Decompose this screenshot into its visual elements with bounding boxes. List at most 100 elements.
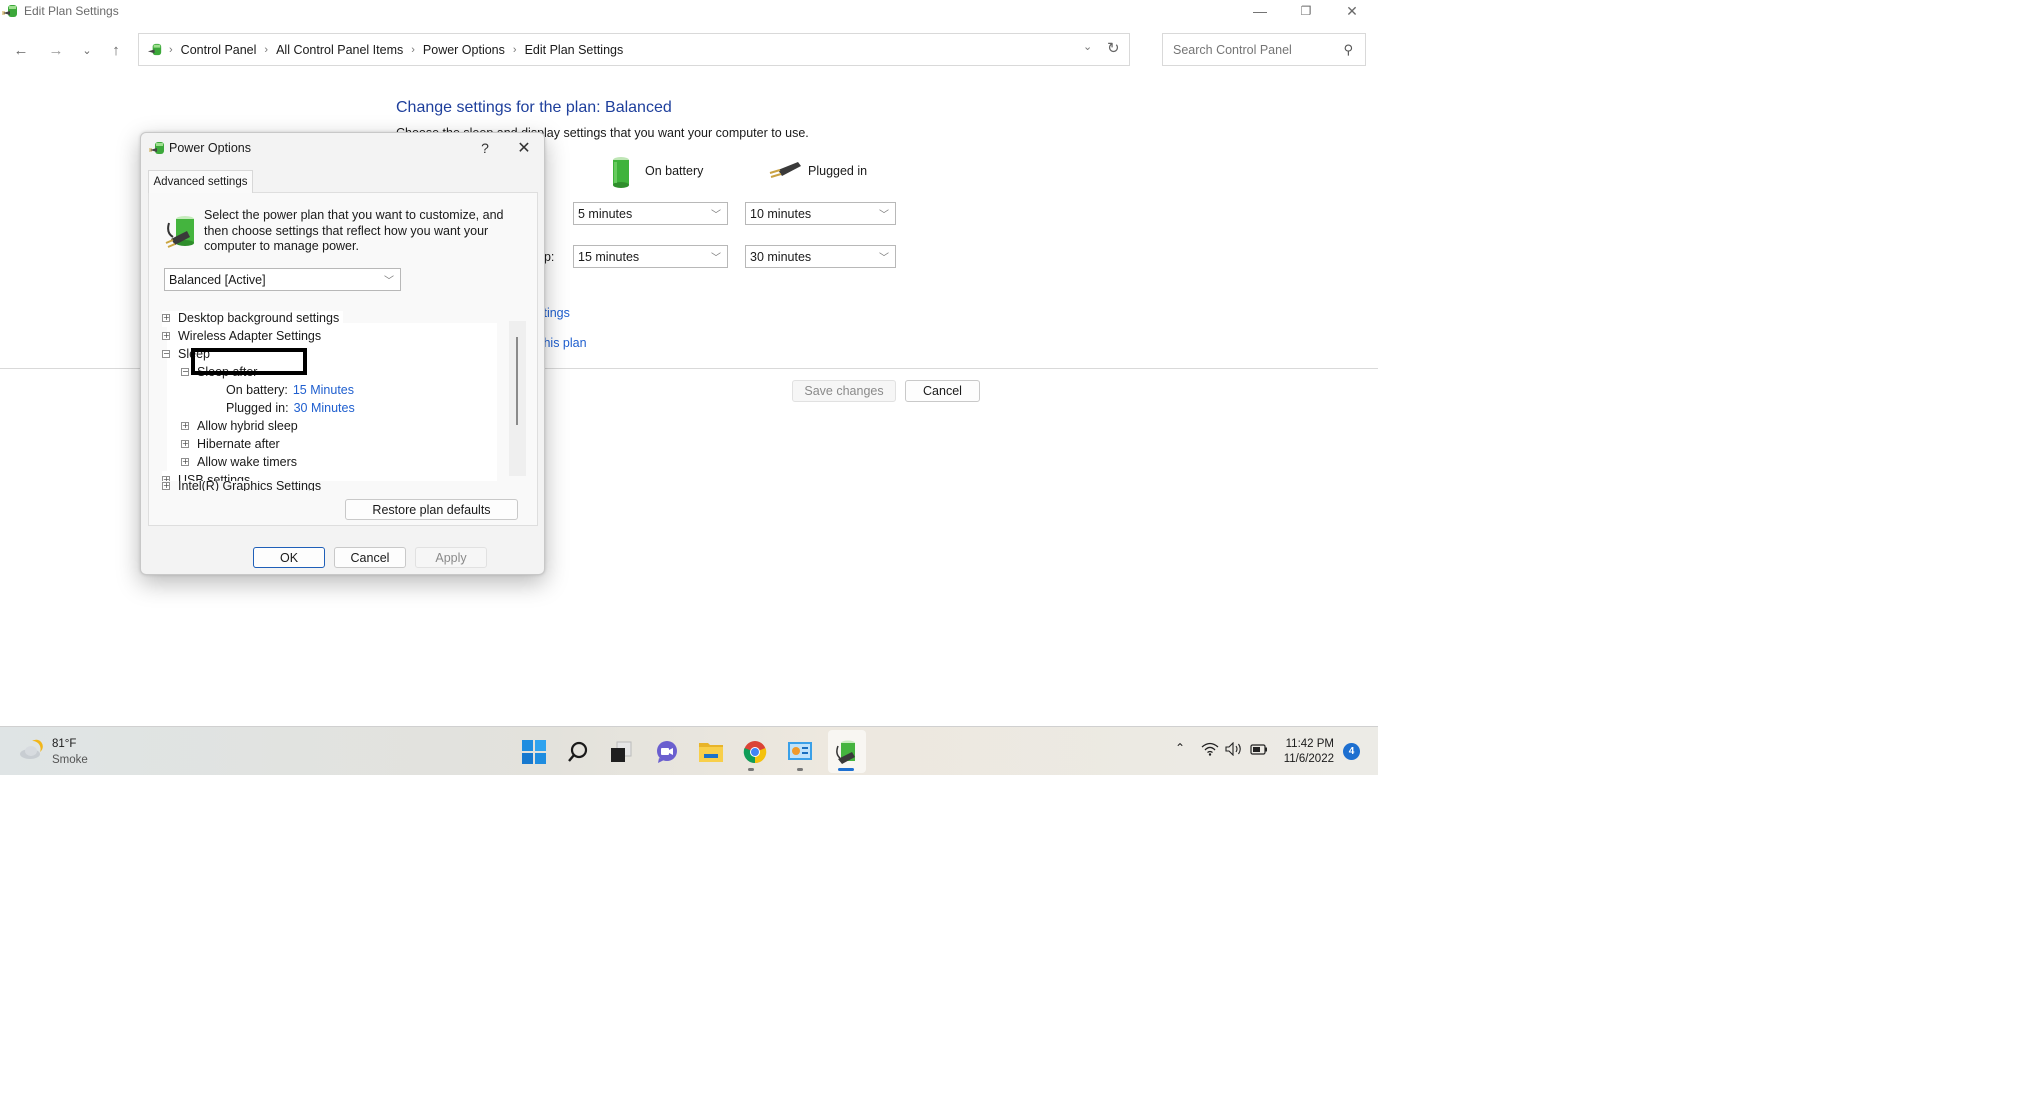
- settings-tree[interactable]: + Desktop background settings + Wireless A…: [154, 311, 509, 481]
- taskbar-search-button[interactable]: [563, 737, 593, 767]
- tree-item[interactable]: Plugged in: 30 Minutes: [226, 399, 355, 417]
- dialog-cancel-button[interactable]: Cancel: [334, 547, 406, 568]
- sleep-battery-select[interactable]: 15 minutes ﹀: [573, 245, 728, 268]
- control-panel-location-icon: [147, 43, 162, 56]
- minimize-button[interactable]: —: [1237, 0, 1283, 22]
- tree-item[interactable]: + Intel(R) Graphics Settings: [162, 481, 321, 491]
- control-panel-icon: [788, 742, 812, 760]
- task-view-button[interactable]: [606, 737, 636, 767]
- tree-item-value[interactable]: 15 Minutes: [293, 383, 354, 397]
- running-indicator: [797, 768, 803, 771]
- search-icon[interactable]: ⚲: [1343, 42, 1353, 58]
- start-button[interactable]: [519, 737, 549, 767]
- weather-cloud-moon-icon: [20, 739, 43, 759]
- desktop-screen: Edit Plan Settings — ❐ ✕ ← → ⌄ ↑ › Contr…: [0, 0, 1378, 775]
- weather-widget[interactable]: [18, 739, 44, 761]
- refresh-button[interactable]: ↻: [1107, 39, 1120, 57]
- weather-condition[interactable]: Smoke: [52, 754, 88, 766]
- back-button[interactable]: ←: [10, 38, 32, 62]
- breadcrumb-control-panel[interactable]: Control Panel: [181, 43, 257, 57]
- display-off-battery-select[interactable]: 5 minutes ﹀: [573, 202, 728, 225]
- breadcrumb-power-options[interactable]: Power Options: [423, 43, 505, 57]
- expand-icon[interactable]: +: [181, 422, 189, 430]
- volume-icon[interactable]: [1225, 742, 1243, 756]
- chevron-down-icon: ﹀: [384, 276, 394, 287]
- arrow-up-icon: ↑: [112, 41, 120, 59]
- restore-button[interactable]: ❐: [1283, 0, 1329, 22]
- expand-icon[interactable]: +: [162, 482, 170, 490]
- expand-icon[interactable]: +: [181, 458, 189, 466]
- weather-temperature[interactable]: 81°F: [52, 738, 76, 750]
- tab-advanced-settings[interactable]: Advanced settings: [148, 170, 253, 193]
- select-value: 5 minutes: [578, 206, 633, 221]
- battery-icon: [613, 157, 629, 188]
- folder-icon: [699, 743, 723, 762]
- help-button[interactable]: ?: [472, 137, 498, 159]
- teams-chat-button[interactable]: [652, 737, 682, 767]
- tree-item[interactable]: + USB settings: [162, 471, 255, 481]
- cancel-button[interactable]: Cancel: [905, 380, 980, 402]
- clock-date: 11/6/2022: [1283, 753, 1334, 765]
- expand-icon[interactable]: +: [162, 332, 170, 340]
- show-hidden-icons-button[interactable]: ⌃: [1175, 741, 1185, 755]
- power-plan-select[interactable]: Balanced [Active] ﹀: [164, 268, 401, 291]
- close-button[interactable]: ✕: [1329, 0, 1375, 22]
- display-off-plugged-select[interactable]: 10 minutes ﹀: [745, 202, 896, 225]
- taskbar: 81°F Smoke ⌃ 11:42 PM 11/6/2022 4: [0, 726, 1378, 775]
- select-value: 30 minutes: [750, 249, 812, 264]
- chevron-down-icon: ﹀: [711, 210, 721, 221]
- tree-item[interactable]: + Hibernate after: [181, 435, 280, 453]
- power-options-icon: [836, 740, 855, 764]
- battery-plug-icon: [165, 216, 194, 248]
- annotation-highlight-box: [191, 348, 307, 375]
- tree-item-label: Allow wake timers: [197, 455, 298, 469]
- running-indicator: [748, 768, 754, 771]
- sleep-plugged-select[interactable]: 30 minutes ﹀: [745, 245, 896, 268]
- file-explorer-button[interactable]: [696, 737, 726, 767]
- battery-status-icon[interactable]: [1250, 744, 1268, 755]
- tree-item[interactable]: + Allow hybrid sleep: [181, 417, 298, 435]
- teams-chat-icon: [657, 741, 677, 763]
- dialog-close-button[interactable]: ✕: [511, 137, 537, 159]
- restore-plan-defaults-button[interactable]: Restore plan defaults: [345, 499, 518, 520]
- power-options-taskbar-button[interactable]: [832, 737, 862, 767]
- collapse-icon[interactable]: −: [162, 350, 170, 358]
- chrome-button[interactable]: [740, 737, 770, 767]
- collapse-icon[interactable]: −: [181, 368, 189, 376]
- address-history-dropdown[interactable]: ⌄: [1083, 40, 1092, 53]
- save-changes-button[interactable]: Save changes: [792, 380, 896, 402]
- wifi-icon[interactable]: [1201, 742, 1219, 756]
- restore-icon: ❐: [1300, 4, 1312, 18]
- recent-locations-button[interactable]: ⌄: [76, 38, 98, 62]
- forward-button[interactable]: →: [45, 38, 67, 62]
- search-icon: [568, 741, 588, 762]
- tree-item[interactable]: + Desktop background settings: [162, 311, 344, 327]
- control-panel-button[interactable]: [785, 737, 815, 767]
- search-box[interactable]: ⚲: [1162, 33, 1366, 66]
- arrow-left-icon: ←: [13, 41, 29, 59]
- chevron-down-icon: ﹀: [711, 253, 721, 264]
- select-value: Balanced [Active]: [169, 272, 266, 287]
- notification-badge[interactable]: 4: [1343, 743, 1360, 760]
- address-bar[interactable]: › Control Panel › All Control Panel Item…: [138, 33, 1130, 66]
- close-icon: ✕: [517, 140, 531, 157]
- ok-button[interactable]: OK: [253, 547, 325, 568]
- select-value: 10 minutes: [750, 206, 812, 221]
- expand-icon[interactable]: +: [162, 314, 170, 322]
- up-button[interactable]: ↑: [105, 38, 127, 62]
- clock-time: 11:42 PM: [1285, 738, 1334, 750]
- restore-default-settings-link[interactable]: this plan: [540, 336, 587, 350]
- search-input[interactable]: [1171, 42, 1335, 58]
- tree-item[interactable]: + Allow wake timers: [181, 453, 297, 471]
- breadcrumb-all-items[interactable]: All Control Panel Items: [276, 43, 403, 57]
- expand-icon[interactable]: +: [181, 440, 189, 448]
- tree-item-label: On battery:: [226, 383, 288, 397]
- tree-item[interactable]: + Wireless Adapter Settings: [162, 327, 321, 345]
- tree-item-partial[interactable]: + Intel(R) Graphics Settings: [154, 481, 354, 491]
- tree-item[interactable]: On battery: 15 Minutes: [226, 381, 354, 399]
- clock[interactable]: 11:42 PM 11/6/2022: [1282, 737, 1334, 767]
- tree-scrollbar-thumb[interactable]: [516, 337, 518, 425]
- breadcrumb-edit-plan-settings[interactable]: Edit Plan Settings: [525, 43, 624, 57]
- apply-button[interactable]: Apply: [415, 547, 487, 568]
- tree-item-value[interactable]: 30 Minutes: [294, 401, 355, 415]
